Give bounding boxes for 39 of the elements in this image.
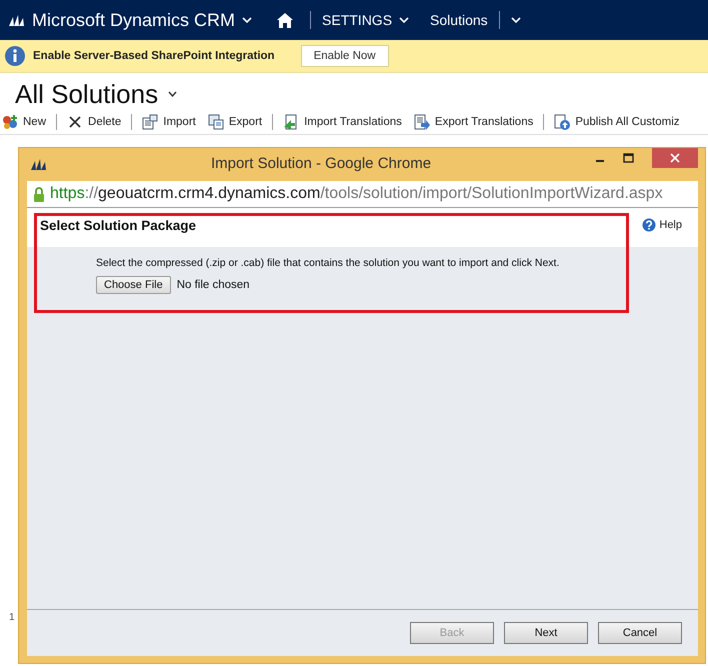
toolbar-button[interactable]: Export xyxy=(206,114,264,130)
shapes-plus-icon xyxy=(2,114,18,130)
view-title[interactable]: All Solutions xyxy=(15,78,158,110)
toolbar-button[interactable]: Import Translations xyxy=(281,114,404,130)
wizard-button[interactable]: Next xyxy=(504,622,588,644)
document-upload-icon xyxy=(554,114,570,130)
document-import-icon xyxy=(142,114,158,130)
logo-icon xyxy=(30,156,47,170)
toolbar-button[interactable]: New xyxy=(0,114,48,130)
chevron-down-icon[interactable] xyxy=(168,91,178,97)
help-icon xyxy=(642,218,656,232)
instruction-text: Select the compressed (.zip or .cab) file that contains the solution you want to import and click Next. xyxy=(96,257,560,269)
close-button[interactable] xyxy=(652,148,698,168)
nav-page-menu[interactable]: Solutions xyxy=(430,12,488,28)
document-export-icon xyxy=(208,114,224,130)
toolbar-button[interactable]: Export Translations xyxy=(412,114,536,130)
logo-icon xyxy=(8,13,25,27)
toolbar-button[interactable]: Import xyxy=(140,114,198,130)
wizard-button[interactable]: Cancel xyxy=(598,622,682,644)
document-arrow-icon xyxy=(414,114,430,130)
home-icon[interactable] xyxy=(277,12,294,28)
notification-message: Enable Server-Based SharePoint Integration xyxy=(33,50,275,62)
toolbar-button[interactable]: Publish All Customiz xyxy=(552,114,682,130)
app-name[interactable]: Microsoft Dynamics CRM xyxy=(32,10,236,30)
window-title: Import Solution - Google Chrome xyxy=(210,155,432,172)
choose-file-button[interactable]: Choose File xyxy=(96,276,171,294)
enable-now-button[interactable]: Enable Now xyxy=(300,45,389,67)
row-number: 1 xyxy=(9,612,15,623)
help-link[interactable]: Help xyxy=(642,218,682,232)
info-icon xyxy=(5,46,25,66)
file-status: No file chosen xyxy=(176,279,250,291)
nav-area-menu[interactable]: SETTINGS xyxy=(322,12,392,28)
toolbar-button[interactable]: Delete xyxy=(65,114,124,130)
close-icon xyxy=(670,153,680,163)
x-icon xyxy=(67,114,84,130)
url-text: https://geouatcrm.crm4.dynamics.com/tools/solution/import/SolutionImportWizard.aspx xyxy=(50,185,663,203)
section-heading: Select Solution Package xyxy=(40,218,196,235)
address-bar[interactable]: https://geouatcrm.crm4.dynamics.com/tools/solution/import/SolutionImportWizard.aspx xyxy=(27,181,698,208)
maximize-icon[interactable] xyxy=(623,153,634,163)
